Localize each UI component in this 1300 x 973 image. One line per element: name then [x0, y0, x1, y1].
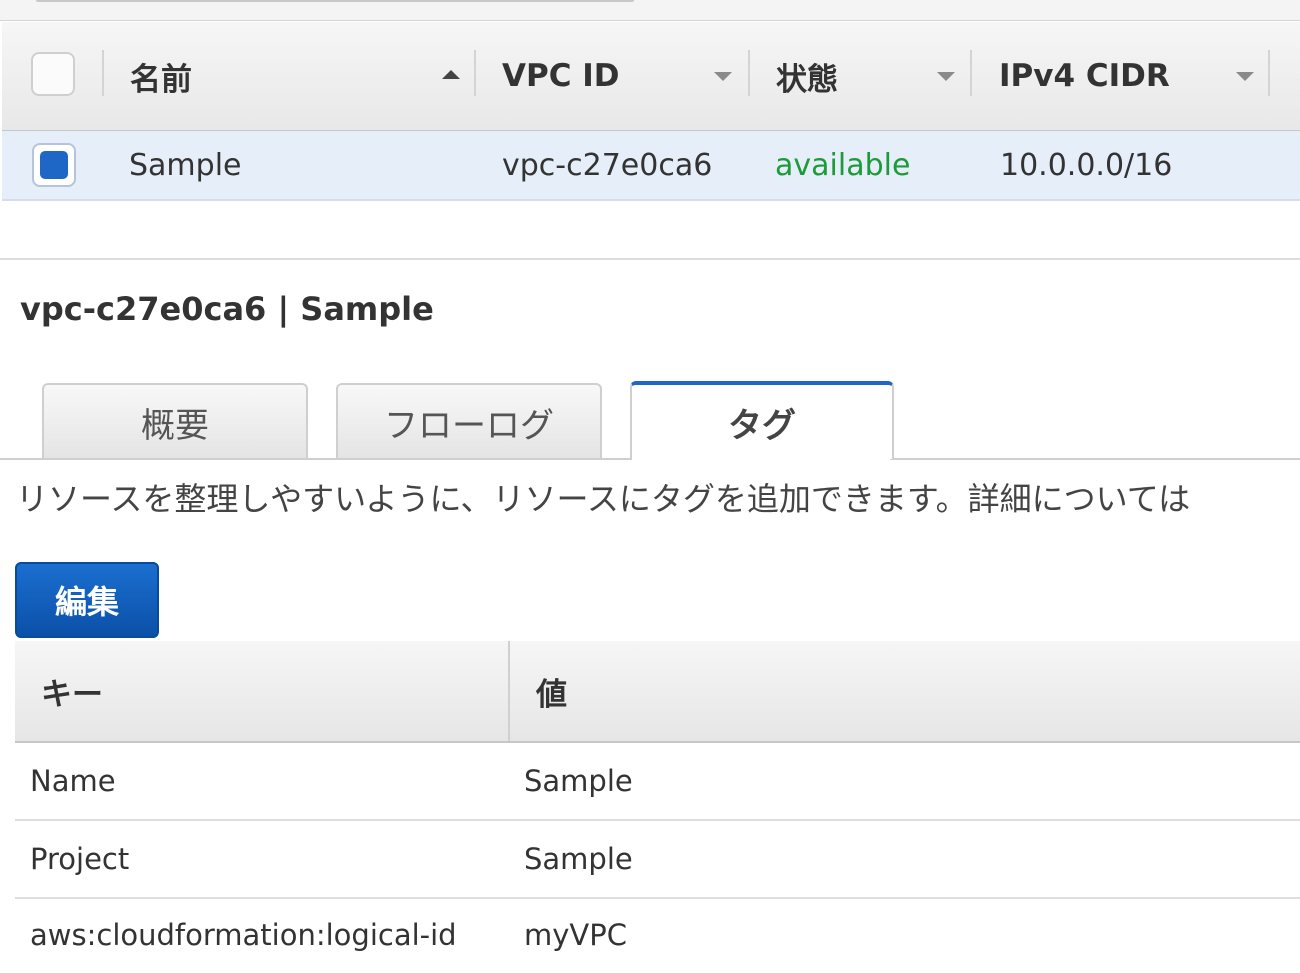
column-header-value: 値 — [536, 676, 567, 713]
column-separator — [970, 50, 972, 96]
edit-button[interactable]: 編集 — [15, 562, 159, 638]
tag-value-cell: myVPC — [524, 918, 627, 952]
table-row: Project Sample — [15, 821, 1300, 899]
tags-description: リソースを整理しやすいように、リソースにタグを追加できます。詳細については — [16, 480, 1191, 518]
search-bar-edge — [36, 0, 634, 2]
column-header-key: キー — [41, 676, 103, 713]
detail-title: vpc-c27e0ca6 | Sample — [20, 290, 434, 328]
active-tab-gap — [632, 458, 890, 460]
tab-flow-logs-label: フローログ — [384, 405, 554, 446]
tab-summary-label: 概要 — [141, 405, 209, 446]
tag-key-cell: Project — [30, 842, 130, 876]
tab-tags[interactable]: タグ — [630, 381, 894, 459]
tag-key-cell: Name — [30, 764, 116, 798]
vpc-cidr-cell: 10.0.0.0/16 — [1000, 147, 1173, 183]
column-header-state[interactable]: 状態 — [776, 22, 838, 130]
column-separator — [508, 641, 510, 741]
column-header-ipv4-cidr-label: IPv4 CIDR — [999, 58, 1170, 94]
column-separator — [102, 50, 104, 96]
row-checkbox[interactable] — [32, 143, 76, 187]
top-toolbar-strip — [0, 0, 1300, 21]
tab-summary[interactable]: 概要 — [42, 383, 308, 459]
chevron-down-icon[interactable] — [1236, 72, 1254, 81]
tab-tags-label: タグ — [728, 405, 796, 446]
chevron-down-icon[interactable] — [714, 72, 732, 81]
vpc-table-header: 名前 VPC ID 状態 IPv4 CIDR — [2, 22, 1300, 131]
column-header-state-label: 状態 — [776, 61, 838, 98]
tag-table-header: キー 値 — [15, 641, 1300, 743]
table-row: Name Sample — [15, 743, 1300, 821]
tab-flow-logs[interactable]: フローログ — [336, 383, 602, 459]
vpc-state-cell: available — [775, 147, 911, 183]
column-header-ipv4-cidr[interactable]: IPv4 CIDR — [999, 22, 1170, 130]
checkbox-checked-icon — [40, 151, 68, 179]
column-header-vpc-id-label: VPC ID — [502, 58, 620, 94]
sort-ascending-icon[interactable] — [442, 70, 460, 79]
chevron-down-icon[interactable] — [937, 72, 955, 81]
table-row: aws:cloudformation:logical-id myVPC — [15, 897, 1300, 973]
tag-key-cell: aws:cloudformation:logical-id — [30, 918, 457, 952]
select-all-checkbox[interactable] — [31, 52, 75, 96]
vpc-id-cell: vpc-c27e0ca6 — [502, 147, 713, 183]
tag-value-cell: Sample — [524, 842, 633, 876]
column-header-name-label: 名前 — [130, 61, 192, 98]
tag-value-cell: Sample — [524, 764, 633, 798]
edit-button-label: 編集 — [54, 583, 119, 621]
column-separator — [474, 50, 476, 96]
vpc-table-row[interactable]: Sample vpc-c27e0ca6 available 10.0.0.0/1… — [2, 131, 1300, 201]
vpc-name-cell: Sample — [129, 147, 242, 183]
column-header-name[interactable]: 名前 — [130, 22, 192, 130]
column-separator — [1268, 50, 1270, 96]
column-separator — [748, 50, 750, 96]
column-header-vpc-id[interactable]: VPC ID — [502, 22, 620, 130]
pane-divider[interactable] — [0, 258, 1300, 260]
